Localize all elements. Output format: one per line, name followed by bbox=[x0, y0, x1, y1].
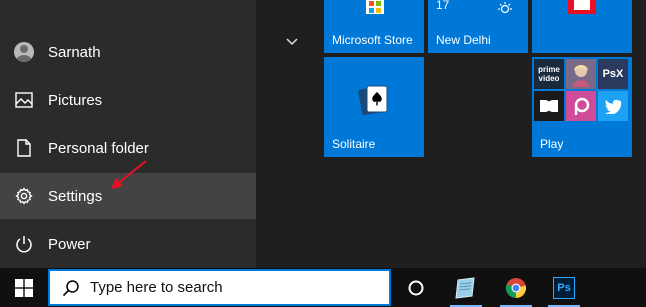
microsoft-store-tile[interactable]: Microsoft Store bbox=[324, 0, 424, 53]
pictures-item[interactable]: Pictures bbox=[0, 77, 256, 123]
user-account-label: Sarnath bbox=[48, 43, 101, 61]
app-tile-red[interactable] bbox=[532, 0, 632, 53]
weather-sun-icon bbox=[498, 2, 512, 14]
weather-temperature: 17 bbox=[436, 0, 450, 12]
power-label: Power bbox=[48, 235, 91, 253]
power-item[interactable]: Power bbox=[0, 221, 256, 267]
twitter-icon bbox=[598, 91, 628, 121]
psx-app-icon: PsX bbox=[598, 59, 628, 89]
start-button[interactable] bbox=[0, 268, 48, 307]
power-icon bbox=[0, 235, 48, 253]
settings-label: Settings bbox=[48, 187, 103, 205]
chrome-icon bbox=[505, 277, 527, 298]
solitaire-cards-icon bbox=[358, 85, 388, 116]
solitaire-label: Solitaire bbox=[332, 137, 376, 151]
windows-logo-icon bbox=[15, 278, 33, 297]
personal-folder-label: Personal folder bbox=[48, 139, 149, 157]
taskbar: Ps bbox=[0, 268, 646, 307]
taskbar-search-box[interactable] bbox=[48, 269, 391, 306]
search-input[interactable] bbox=[90, 279, 370, 296]
red-app-icon bbox=[568, 0, 596, 14]
notepad-icon bbox=[455, 276, 475, 299]
play-folder-label: Play bbox=[540, 137, 564, 151]
cortana-button[interactable] bbox=[394, 268, 438, 307]
annotation-arrow-icon bbox=[111, 160, 147, 189]
document-icon bbox=[0, 139, 48, 157]
microsoft-store-label: Microsoft Store bbox=[332, 33, 413, 47]
play-apps-grid: prime video PsX bbox=[534, 59, 630, 123]
prime-video-icon: prime video bbox=[534, 59, 564, 89]
chevron-down-icon[interactable] bbox=[286, 38, 298, 46]
chrome-taskbar-button[interactable] bbox=[494, 268, 538, 307]
start-menu-left-pane: Sarnath Pictures Personal folder Setting… bbox=[0, 0, 256, 268]
pictures-label: Pictures bbox=[48, 91, 103, 109]
user-avatar-icon bbox=[14, 42, 34, 62]
start-menu-middle bbox=[256, 0, 322, 268]
gear-icon bbox=[0, 187, 48, 205]
pictures-icon bbox=[0, 92, 48, 108]
game-avatar-icon bbox=[566, 59, 596, 89]
notepad-taskbar-button[interactable] bbox=[444, 268, 488, 307]
dolby-icon bbox=[534, 91, 564, 121]
solitaire-tile[interactable]: Solitaire bbox=[324, 57, 424, 157]
weather-location-label: New Delhi bbox=[436, 33, 491, 47]
microsoft-store-icon bbox=[366, 0, 384, 14]
search-icon bbox=[62, 279, 80, 297]
user-account-item[interactable]: Sarnath bbox=[0, 29, 256, 75]
cortana-circle-icon bbox=[408, 280, 424, 295]
photoshop-taskbar-button[interactable]: Ps bbox=[542, 268, 586, 307]
weather-tile[interactable]: 17 New Delhi bbox=[428, 0, 528, 53]
user-avatar-icon-wrap bbox=[0, 42, 48, 62]
photoshop-icon: Ps bbox=[553, 276, 575, 299]
picsart-icon bbox=[566, 91, 596, 121]
play-folder-tile[interactable]: prime video PsX Play bbox=[532, 57, 632, 157]
